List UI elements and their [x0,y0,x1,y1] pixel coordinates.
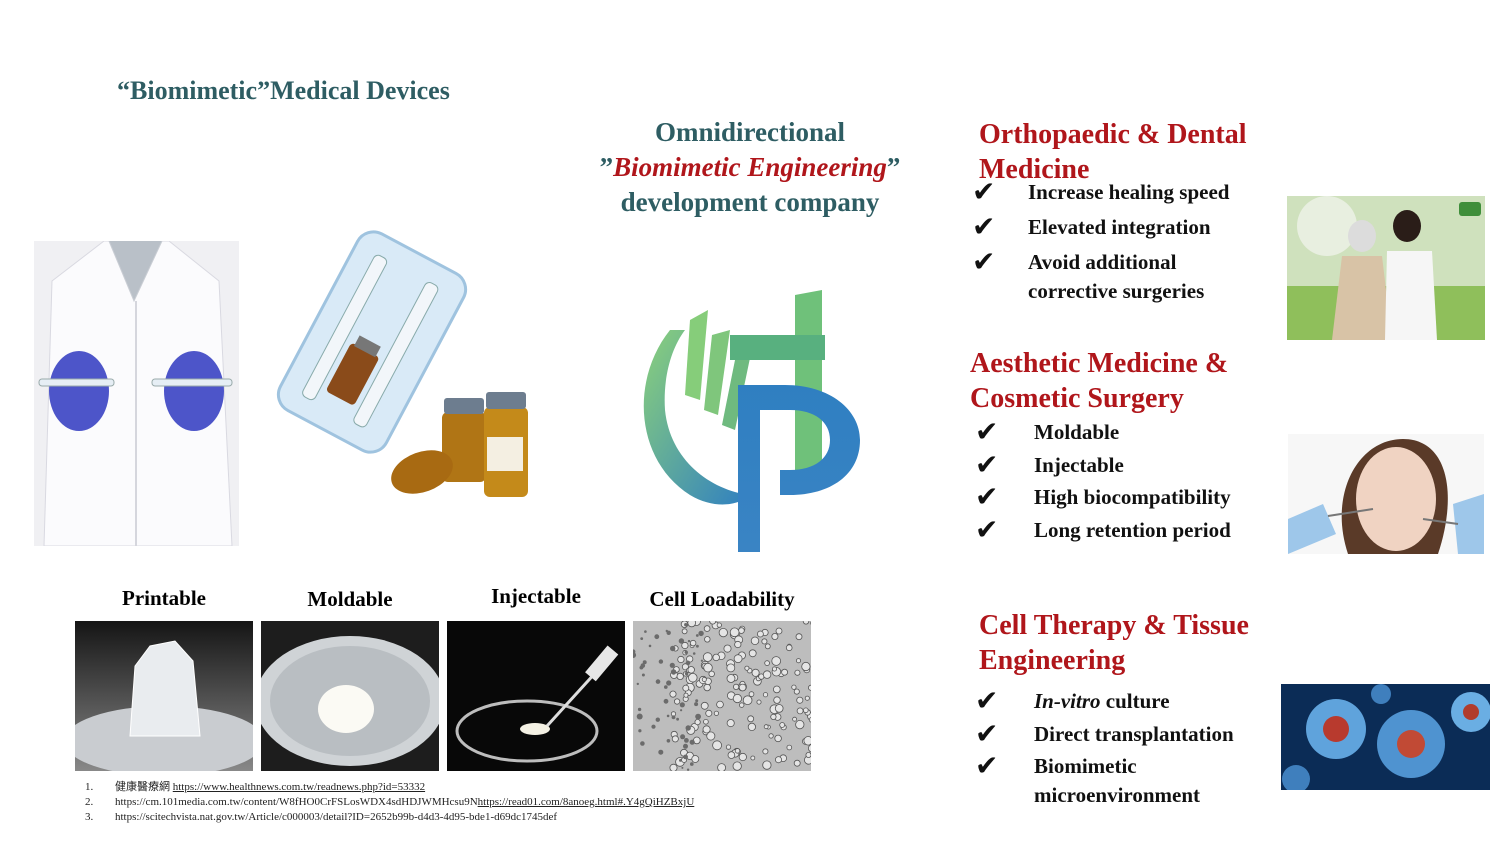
reference-item: 2. https://cm.101media.com.tw/content/W8f… [85,796,695,808]
section-title: Orthopaedic & Dental Medicine [979,119,1247,185]
section-aesthetic: Aesthetic Medicine & Cosmetic Surgery [970,346,1280,416]
injectable-dish-photo [447,621,625,771]
list-item: ✔ Moldable [975,417,1120,448]
reference-link[interactable]: https://www.healthnews.com.tw/readnews.p… [173,781,425,793]
list-item: ✔ Elevated integration [972,212,1211,243]
list-item: ✔ Long retention period [975,514,1231,546]
section-cell-therapy: Cell Therapy & Tissue Engineering [979,608,1279,678]
tagline-line3: development company [620,187,880,217]
cells-photo [1281,684,1490,790]
list-item: ✔ Direct transplantation [975,718,1234,750]
list-item: ✔ Biomimetic microenvironment [975,751,1201,808]
check-icon: ✔ [972,247,996,278]
syringe-kit-photo [272,222,547,512]
list-item: ✔ High biocompatibility [975,482,1231,513]
list-item: ✔ Increase healing speed [972,177,1230,208]
property-label-printable: Printable [122,586,206,610]
elderly-care-photo [1287,196,1485,340]
check-icon: ✔ [975,718,999,750]
list-item: ✔ Injectable [975,449,1124,481]
check-icon: ✔ [975,686,999,717]
list-item: ✔ Avoid additional corrective surgeries [972,247,1205,304]
cosmetic-injection-photo [1288,434,1484,554]
reference-item: 1. 健康醫療網 https://www.healthnews.com.tw/re… [85,781,426,793]
section-title: Aesthetic Medicine & Cosmetic Surgery [970,348,1229,414]
check-icon: ✔ [975,751,999,782]
tagline-line2: ”Biomimetic Engineering” [599,152,901,182]
check-icon: ✔ [975,482,999,513]
property-label-injectable: Injectable [491,584,581,608]
moldable-gel-photo [261,621,439,771]
cell-therapy-benefits-list: ✔ In-vitro culture ✔ Direct transplantatio… [975,687,1275,810]
reference-item: 3. https://scitechvista.nat.gov.tw/Articl… [85,811,558,823]
tagline-line1: Omnidirectional [654,117,845,147]
check-icon: ✔ [972,177,996,208]
references-list: 1. 健康醫療網 https://www.healthnews.com.tw/re… [85,780,694,825]
cell-loadability-micrograph [633,621,811,771]
check-icon: ✔ [975,514,999,546]
page-title: “Biomimetic”Medical Devices [117,76,450,105]
check-icon: ✔ [975,417,999,448]
check-icon: ✔ [972,212,996,243]
list-item: ✔ In-vitro culture [975,686,1170,717]
tagline-emphasis: Biomimetic Engineering [613,152,887,182]
aesthetic-benefits-list: ✔ Moldable ✔ Injectable ✔ High biocompatibi… [975,418,1275,548]
lab-coat-hands-photo [34,241,239,546]
section-title: Cell Therapy & Tissue Engineering [979,610,1249,676]
property-label-cell-loadability: Cell Loadability [649,587,795,611]
section-orthopaedic: Orthopaedic & Dental Medicine [979,117,1279,187]
orthopaedic-benefits-list: ✔ Increase healing speed ✔ Elevated integr… [972,178,1272,306]
logo-hand-icon [630,290,870,555]
property-label-moldable: Moldable [307,587,393,611]
company-tagline: Omnidirectional ”Biomimetic Engineering”… [560,115,940,220]
reference-link[interactable]: https://scitechvista.nat.gov.tw/Article/… [115,811,557,823]
reference-link[interactable]: https://read01.com/8anoeg.html#.Y4gQiHZB… [478,796,695,808]
check-icon: ✔ [975,449,999,481]
printable-scaffold-photo [75,621,253,771]
